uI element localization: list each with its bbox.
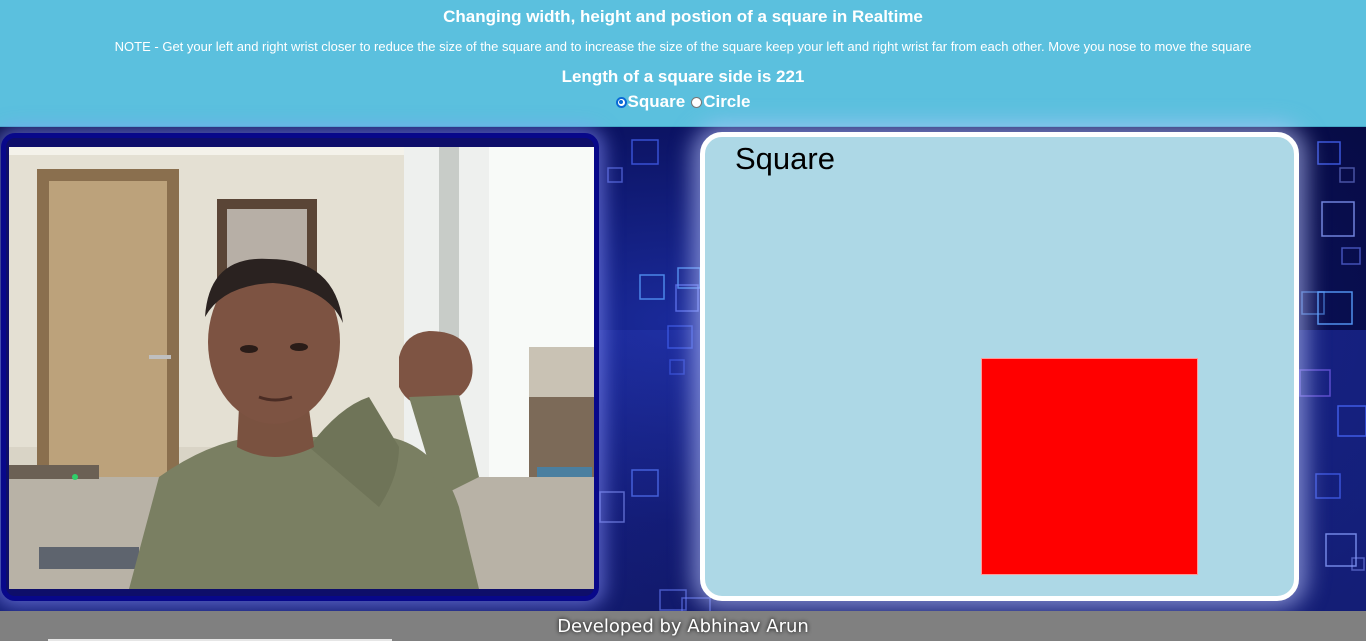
webcam-video-feed [9,147,594,589]
circle-radio-button[interactable] [691,96,703,108]
webcam-frame [1,133,599,601]
instructions-note: NOTE - Get your left and right wrist clo… [114,39,1252,54]
drawing-canvas: Square [700,132,1299,601]
square-option[interactable]: Square [615,92,686,112]
shape-selector: Square Circle [0,92,1366,112]
square-side-length-readout: Length of a square side is 221 [561,67,805,86]
square-radio-button[interactable] [615,96,627,108]
webcam-image [9,147,594,589]
red-square-shape [981,358,1198,575]
circle-option[interactable]: Circle [691,92,750,112]
circle-option-label: Circle [703,92,751,111]
page-title: Changing width, height and postion of a … [443,7,923,26]
header: Changing width, height and postion of a … [0,0,1366,127]
square-option-label: Square [627,92,686,111]
shape-label: Square [735,141,835,176]
footer: Developed by Abhinav Arun [0,611,1366,641]
developer-credit: Developed by Abhinav Arun [557,616,809,637]
